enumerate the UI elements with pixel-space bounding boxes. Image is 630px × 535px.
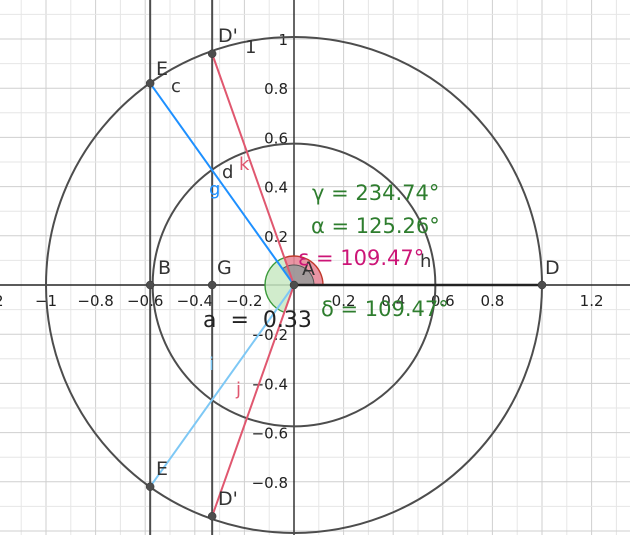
- x-tick-label: 0.8: [480, 292, 504, 310]
- label-point-e-top: E: [156, 58, 168, 80]
- graphics-view[interactable]: .2−1−0.8−0.6−0.4−0.20.20.40.60.81.2 10.8…: [0, 0, 630, 535]
- y-tick-label: 0.4: [264, 179, 288, 197]
- point-b[interactable]: [145, 280, 155, 290]
- label-angle-alpha: α = 125.26°: [311, 214, 440, 238]
- label-slider-a: a = 0.33: [203, 308, 312, 333]
- y-tick-label: −0.6: [252, 425, 288, 443]
- label-angle-delta: δ = 109.47°: [321, 297, 449, 321]
- label-point-d-prime-bottom: D': [218, 488, 238, 510]
- y-tick-label: 1: [278, 31, 288, 49]
- x-tick-label: .2: [0, 292, 4, 310]
- label-circle-c: c: [171, 76, 181, 97]
- point-d-prime-top[interactable]: [207, 49, 217, 59]
- x-tick-label: 1.2: [580, 292, 604, 310]
- label-point-e-bottom: E: [156, 458, 168, 480]
- label-point-d-prime-top: D': [218, 25, 238, 47]
- label-segment-j: j: [235, 379, 241, 400]
- label-angle-gamma: γ = 234.74°: [312, 181, 439, 205]
- label-circle-d: d: [222, 162, 233, 183]
- coordinate-plane[interactable]: .2−1−0.8−0.6−0.4−0.20.20.40.60.81.2 10.8…: [0, 0, 630, 535]
- label-point-d: D: [545, 257, 560, 279]
- label-one: 1: [245, 37, 256, 58]
- label-segment-i: i: [209, 354, 214, 375]
- point-a[interactable]: [289, 280, 299, 290]
- x-tick-label: −0.6: [127, 292, 163, 310]
- point-d-prime-bottom[interactable]: [207, 511, 217, 521]
- label-point-g: G: [217, 257, 232, 279]
- x-tick-label: −0.8: [77, 292, 113, 310]
- point-e-top[interactable]: [145, 79, 155, 88]
- label-angle-epsilon: ε = 109.47°: [298, 246, 424, 270]
- label-point-b: B: [158, 257, 171, 279]
- point-g[interactable]: [207, 280, 217, 290]
- y-tick-label: −0.8: [252, 474, 288, 492]
- label-segment-g: g: [209, 179, 220, 200]
- label-segment-k: k: [239, 154, 250, 175]
- point-d[interactable]: [537, 280, 547, 290]
- point-e-bottom[interactable]: [145, 482, 155, 491]
- y-tick-label: 0.8: [264, 80, 288, 98]
